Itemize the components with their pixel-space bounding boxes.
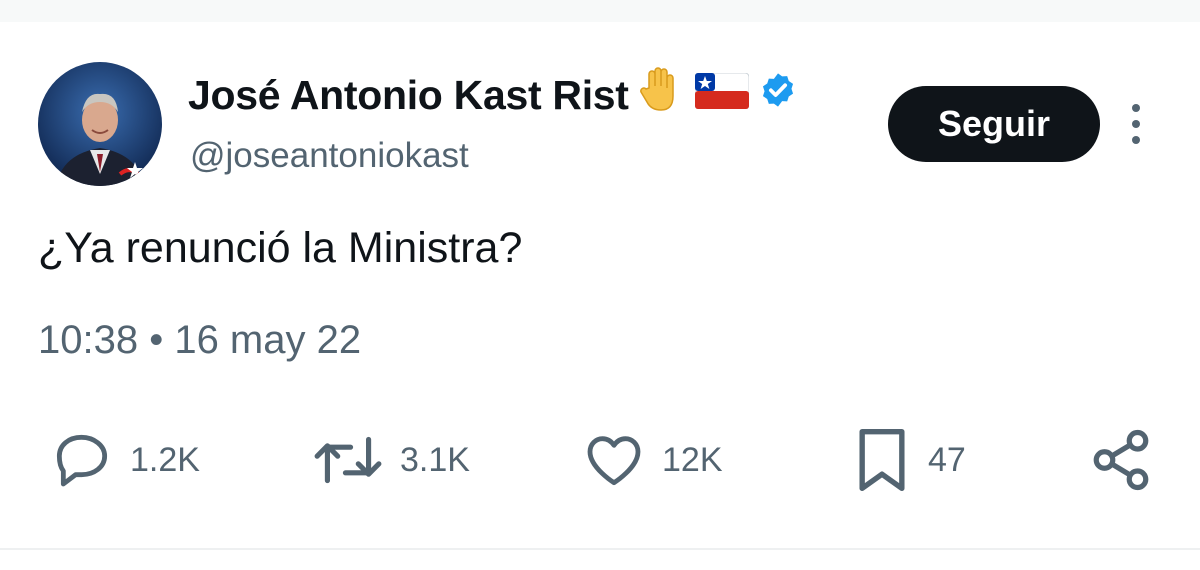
- retweet-button[interactable]: 3.1K: [312, 428, 470, 492]
- reply-button[interactable]: 1.2K: [50, 428, 200, 492]
- bookmark-icon: [859, 428, 905, 492]
- reply-count: 1.2K: [130, 440, 200, 479]
- like-icon: [587, 436, 641, 486]
- share-icon: [1093, 429, 1149, 491]
- more-icon[interactable]: [1124, 102, 1148, 146]
- follow-button[interactable]: Seguir: [888, 86, 1100, 162]
- like-button[interactable]: 12K: [582, 428, 723, 492]
- reply-icon: [56, 434, 108, 487]
- bookmark-count: 47: [928, 440, 966, 479]
- avatar[interactable]: [38, 62, 162, 186]
- author-name-row[interactable]: José Antonio Kast Rist: [188, 66, 797, 124]
- share-button[interactable]: [1088, 428, 1154, 492]
- like-count: 12K: [662, 440, 723, 479]
- tweet-timestamp[interactable]: 10:38 • 16 may 22: [38, 318, 361, 363]
- divider: [0, 548, 1200, 550]
- retweet-count: 3.1K: [400, 440, 470, 479]
- author-handle[interactable]: @joseantoniokast: [190, 136, 469, 176]
- retweet-icon: [314, 436, 382, 484]
- tweet-text: ¿Ya renunció la Ministra?: [38, 224, 523, 272]
- raised-hand-emoji-icon: [639, 66, 685, 124]
- top-bar: [0, 0, 1200, 22]
- bookmark-button[interactable]: 47: [852, 428, 966, 492]
- chile-flag-emoji-icon: [694, 72, 750, 119]
- author-display-name[interactable]: José Antonio Kast Rist: [188, 72, 629, 119]
- verified-badge-icon[interactable]: [759, 71, 797, 119]
